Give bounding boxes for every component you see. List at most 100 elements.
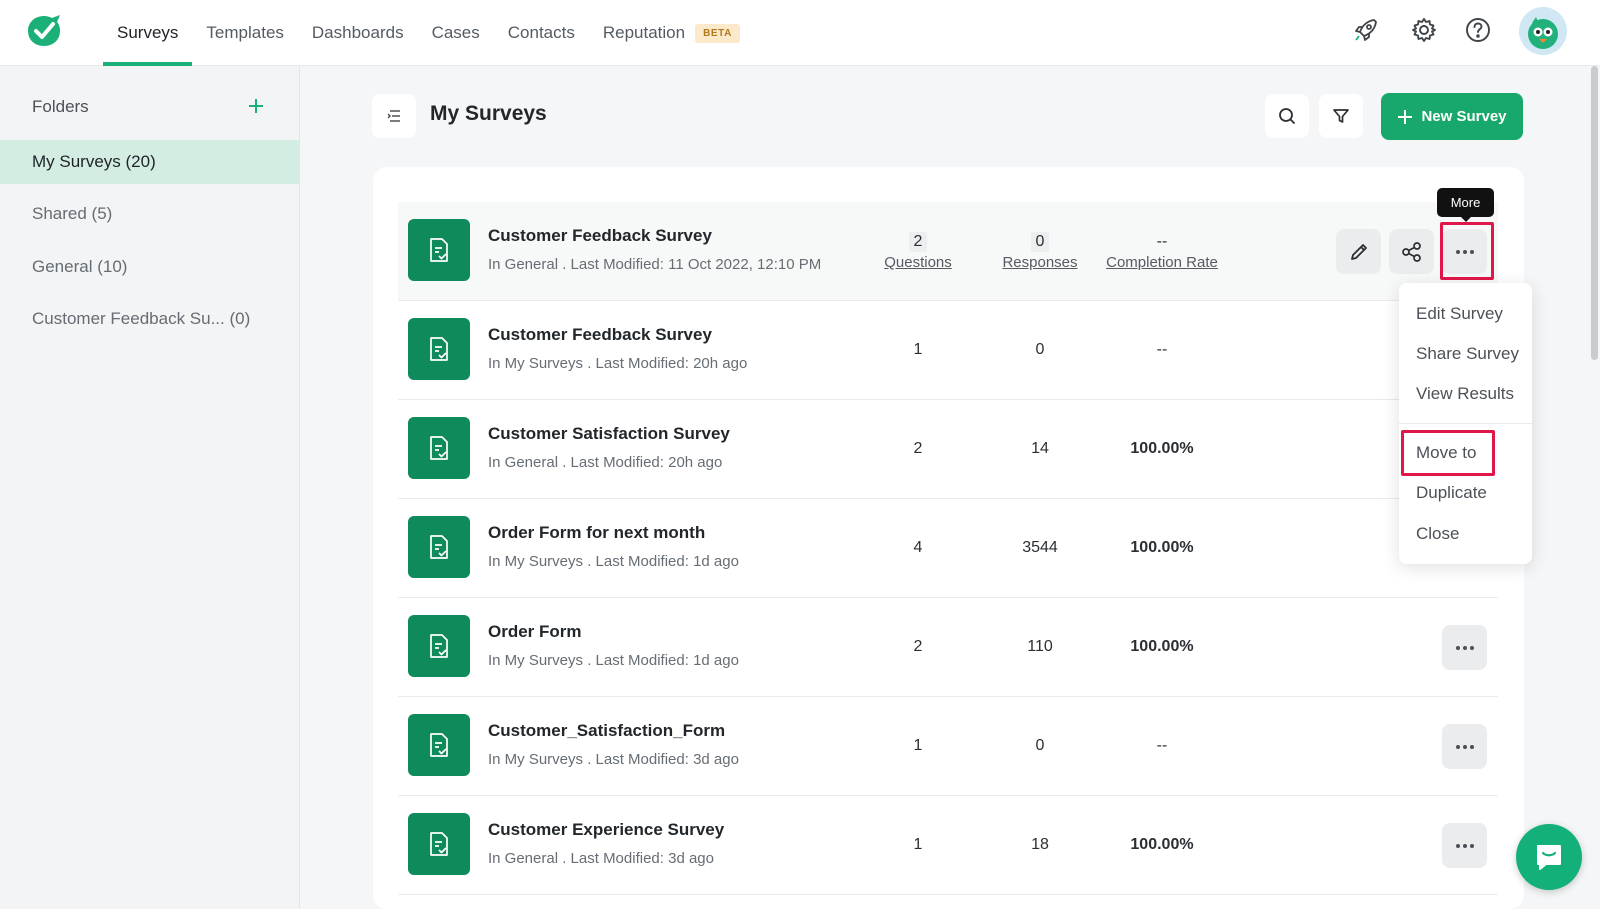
nav-surveys-label: Surveys <box>117 23 179 42</box>
nav-dashboards[interactable]: Dashboards <box>298 0 418 66</box>
folder-general[interactable]: General (10) <box>0 245 300 289</box>
responses-count: 18 <box>1031 836 1049 853</box>
questions-count: 2 <box>913 440 923 457</box>
survey-document-icon <box>408 516 470 578</box>
help-icon[interactable] <box>1464 16 1492 44</box>
folder-label: Customer Feedback Su... (0) <box>32 309 251 328</box>
search-icon <box>1279 108 1295 124</box>
questions-count: 2 <box>908 232 928 252</box>
nav-contacts[interactable]: Contacts <box>494 0 589 66</box>
survey-meta: In General . Last Modified: 3d ago <box>488 850 714 867</box>
nav-templates-label: Templates <box>206 23 284 42</box>
folder-my-surveys[interactable]: My Surveys (20) <box>0 140 300 184</box>
add-folder-icon[interactable] <box>246 96 266 116</box>
survey-row[interactable]: Customer Feedback Survey In My Surveys .… <box>398 301 1498 400</box>
completion-value: 100.00% <box>1130 539 1194 556</box>
nav-dashboards-label: Dashboards <box>311 23 404 42</box>
chat-icon <box>1537 845 1561 870</box>
folder-label: My Surveys (20) <box>32 152 156 171</box>
chat-widget-button[interactable] <box>1516 824 1582 890</box>
responses-stat: 0 Responses <box>980 232 1100 271</box>
nav-cases-label: Cases <box>431 23 480 42</box>
beta-badge: BETA <box>695 23 740 43</box>
menu-item-close[interactable]: Close <box>1416 524 1459 544</box>
menu-item-edit-survey[interactable]: Edit Survey <box>1416 304 1503 324</box>
more-tooltip: More <box>1437 188 1494 222</box>
questions-label[interactable]: Questions <box>858 254 978 271</box>
more-icon <box>1455 744 1474 749</box>
more-options-button[interactable] <box>1442 724 1487 769</box>
menu-item-duplicate[interactable]: Duplicate <box>1416 483 1487 503</box>
nav-reputation[interactable]: Reputation BETA <box>589 0 754 66</box>
completion-label[interactable]: Completion Rate <box>1102 254 1222 271</box>
app-logo-icon[interactable] <box>24 10 64 50</box>
responses-count: 0 <box>1030 232 1050 252</box>
survey-document-icon <box>408 417 470 479</box>
completion-value: -- <box>1156 341 1168 358</box>
collapse-sidebar-button[interactable] <box>372 94 416 138</box>
pencil-icon <box>1350 243 1367 260</box>
menu-item-view-results[interactable]: View Results <box>1416 384 1514 404</box>
questions-count: 1 <box>913 341 923 358</box>
responses-count: 0 <box>1035 737 1045 754</box>
responses-count: 0 <box>1035 341 1045 358</box>
nav-templates[interactable]: Templates <box>192 0 297 66</box>
survey-name[interactable]: Customer Satisfaction Survey <box>488 424 730 444</box>
nav-reputation-label: Reputation <box>602 23 686 42</box>
survey-meta: In My Surveys . Last Modified: 1d ago <box>488 652 739 669</box>
questions-count: 1 <box>913 737 923 754</box>
survey-name[interactable]: Customer Experience Survey <box>488 820 724 840</box>
survey-row[interactable]: Order Form for next month In My Surveys … <box>398 499 1498 598</box>
more-options-button[interactable] <box>1442 229 1487 274</box>
survey-document-icon <box>408 615 470 677</box>
nav-contacts-label: Contacts <box>507 23 575 42</box>
page-scrollbar[interactable] <box>1591 66 1598 360</box>
filter-button[interactable] <box>1319 94 1363 138</box>
top-navigation-bar: Surveys Templates Dashboards Cases Conta… <box>0 0 1600 66</box>
survey-name[interactable]: Customer Feedback Survey <box>488 226 712 246</box>
nav-cases[interactable]: Cases <box>418 0 494 66</box>
more-options-button[interactable] <box>1442 625 1487 670</box>
menu-item-move-to[interactable]: Move to <box>1416 443 1476 463</box>
survey-row[interactable]: Customer_Satisfaction_Form In My Surveys… <box>398 697 1498 796</box>
completion-value: -- <box>1156 737 1168 754</box>
survey-name[interactable]: Order Form for next month <box>488 523 705 543</box>
survey-row[interactable]: Customer Experience Survey In General . … <box>398 796 1498 895</box>
edit-survey-button[interactable] <box>1336 229 1381 274</box>
menu-item-share-survey[interactable]: Share Survey <box>1416 344 1519 364</box>
survey-name[interactable]: Order Form <box>488 622 582 642</box>
more-options-button[interactable] <box>1442 823 1487 868</box>
survey-row[interactable]: Customer Feedback Survey In General . La… <box>398 202 1498 301</box>
survey-name[interactable]: Customer_Satisfaction_Form <box>488 721 725 741</box>
survey-name[interactable]: Customer Feedback Survey <box>488 325 712 345</box>
rocket-icon[interactable] <box>1352 16 1380 44</box>
questions-count: 4 <box>913 539 923 556</box>
survey-meta: In General . Last Modified: 20h ago <box>488 454 723 471</box>
responses-label[interactable]: Responses <box>980 254 1100 271</box>
completion-value: -- <box>1156 233 1168 250</box>
questions-count: 2 <box>913 638 923 655</box>
more-icon <box>1455 249 1474 254</box>
survey-meta: In My Surveys . Last Modified: 20h ago <box>488 355 748 372</box>
responses-count: 14 <box>1031 440 1049 457</box>
folders-sidebar: Folders My Surveys (20) Shared (5) Gener… <box>0 66 300 909</box>
share-survey-button[interactable] <box>1389 229 1434 274</box>
page-title: My Surveys <box>430 102 547 125</box>
folder-label: General (10) <box>32 257 128 276</box>
folder-label: Shared (5) <box>32 204 113 223</box>
new-survey-button[interactable]: New Survey <box>1381 93 1523 140</box>
search-button[interactable] <box>1265 94 1309 138</box>
plus-icon <box>1398 109 1413 124</box>
folder-shared[interactable]: Shared (5) <box>0 192 300 236</box>
folder-customer-feedback[interactable]: Customer Feedback Su... (0) <box>0 297 300 341</box>
gear-icon[interactable] <box>1410 16 1438 44</box>
survey-document-icon <box>408 318 470 380</box>
survey-document-icon <box>408 813 470 875</box>
new-survey-label: New Survey <box>1421 108 1507 125</box>
nav-surveys[interactable]: Surveys <box>103 0 193 66</box>
completion-value: 100.00% <box>1130 836 1194 853</box>
survey-row[interactable]: Customer Satisfaction Survey In General … <box>398 400 1498 499</box>
user-avatar[interactable] <box>1519 7 1567 55</box>
completion-stat: -- Completion Rate <box>1102 232 1222 271</box>
survey-row[interactable]: Order Form In My Surveys . Last Modified… <box>398 598 1498 697</box>
